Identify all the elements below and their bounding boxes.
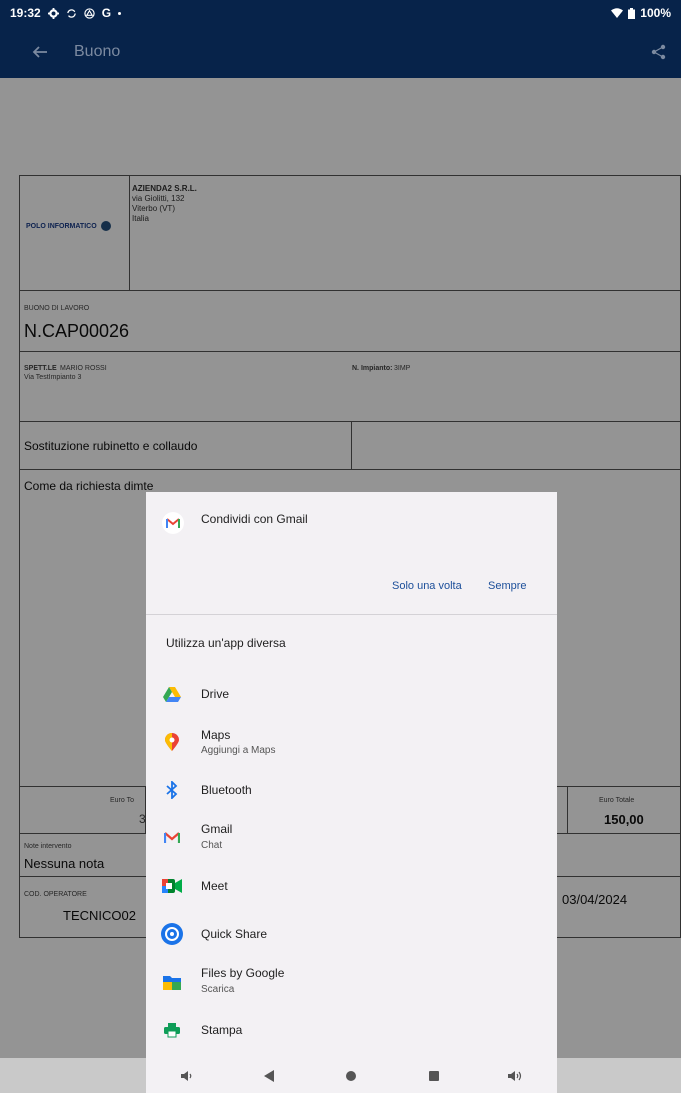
print-icon (160, 1018, 184, 1042)
app-bar: Buono (0, 26, 681, 78)
app-name: Bluetooth (201, 783, 252, 797)
wifi-icon (611, 8, 624, 18)
app-item-maps[interactable]: Maps Aggiungi a Maps (146, 720, 557, 764)
gmail-icon (160, 826, 184, 850)
bluetooth-icon (160, 778, 184, 802)
app-name: Gmail (201, 822, 233, 836)
app-name: Meet (201, 879, 228, 893)
app-name: Drive (201, 687, 230, 701)
default-app-icon (162, 512, 184, 534)
app-subtitle: Aggiungi a Maps (201, 745, 276, 756)
app-subtitle: Scarica (201, 984, 235, 995)
volume-down-button[interactable] (172, 1061, 202, 1091)
maps-icon (160, 730, 184, 754)
app-item-meet[interactable]: Meet (146, 864, 557, 908)
app-name: Files by Google (201, 966, 285, 980)
drive-status-icon (84, 7, 95, 19)
volume-down-icon (181, 1070, 192, 1081)
home-icon (346, 1070, 357, 1081)
app-item-drive[interactable]: Drive (146, 672, 557, 716)
app-name: Quick Share (201, 927, 268, 941)
meet-icon (160, 874, 184, 898)
back-nav-button[interactable] (254, 1061, 284, 1091)
default-app-section: Condividi con Gmail Solo una volta Sempr… (146, 492, 557, 615)
recents-nav-button[interactable] (419, 1061, 449, 1091)
other-app-title: Utilizza un'app diversa (166, 636, 286, 650)
status-time: 19:32 (10, 6, 41, 20)
sync-icon (66, 8, 76, 18)
google-status-icon: G (101, 6, 112, 20)
share-title: Condividi con Gmail (201, 512, 308, 526)
drive-icon (160, 682, 184, 706)
status-bar: 19:32 G 100% (0, 0, 681, 26)
navigation-buttons (146, 1058, 557, 1093)
battery-percent: 100% (640, 6, 671, 20)
app-item-gmail[interactable]: Gmail Chat (146, 816, 557, 860)
files-icon (160, 970, 184, 994)
share-icon (651, 44, 666, 60)
volume-up-icon (507, 1070, 521, 1081)
notification-dot-icon (118, 11, 122, 15)
settings-icon (47, 7, 59, 19)
app-item-bluetooth[interactable]: Bluetooth (146, 768, 557, 812)
app-name: Stampa (201, 1023, 243, 1037)
share-button[interactable] (647, 40, 671, 64)
quick-share-icon (160, 922, 184, 946)
app-subtitle: Chat (201, 840, 223, 851)
app-item-print[interactable]: Stampa (146, 1008, 557, 1052)
app-name: Maps (201, 728, 231, 742)
back-button[interactable] (26, 38, 54, 66)
share-sheet: Condividi con Gmail Solo una volta Sempr… (146, 492, 557, 1058)
volume-up-button[interactable] (501, 1061, 531, 1091)
battery-icon (628, 7, 636, 19)
gmail-icon (166, 517, 180, 528)
back-icon (264, 1069, 275, 1082)
navigation-bar (0, 1058, 681, 1093)
recents-icon (428, 1070, 439, 1081)
app-item-files[interactable]: Files by Google Scarica (146, 960, 557, 1004)
just-once-button[interactable]: Solo una volta (392, 580, 462, 592)
home-nav-button[interactable] (336, 1061, 366, 1091)
page-title: Buono (74, 43, 121, 60)
always-button[interactable]: Sempre (488, 580, 527, 592)
arrow-back-icon (32, 46, 47, 58)
app-item-quick-share[interactable]: Quick Share (146, 912, 557, 956)
